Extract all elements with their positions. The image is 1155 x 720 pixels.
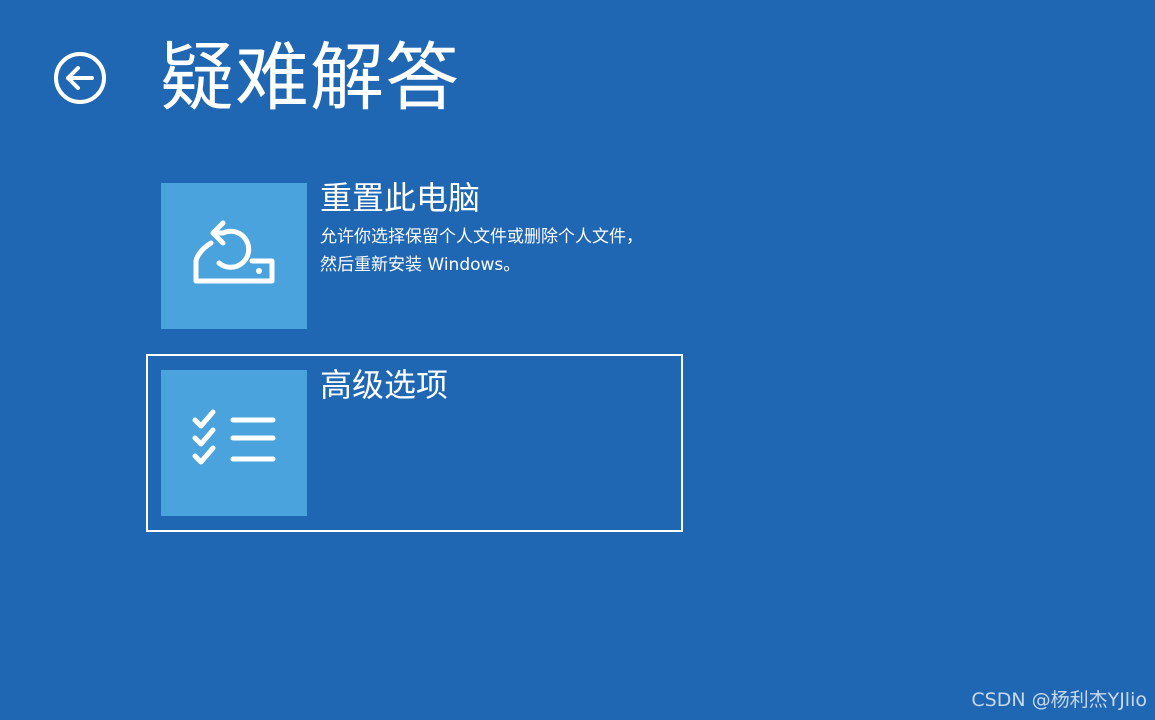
reset-pc-description: 允许你选择保留个人文件或删除个人文件，然后重新安装 Windows。 [320, 227, 643, 275]
advanced-options-title: 高级选项 [320, 366, 449, 404]
watermark: CSDN @杨利杰YJlio [971, 689, 1147, 711]
back-button[interactable] [52, 50, 108, 106]
advanced-options-option[interactable]: 高级选项 [146, 354, 683, 532]
checklist-icon [192, 409, 276, 465]
advanced-options-tile [161, 370, 307, 516]
reset-pc-option[interactable]: 重置此电脑 允许你选择保留个人文件或删除个人文件，然后重新安装 Windows。 [161, 179, 681, 330]
reset-pc-tile [161, 183, 307, 329]
reset-pc-icon [193, 220, 275, 284]
page-title: 疑难解答 [160, 35, 460, 121]
reset-pc-title: 重置此电脑 [320, 179, 481, 217]
back-arrow-icon [54, 52, 106, 104]
